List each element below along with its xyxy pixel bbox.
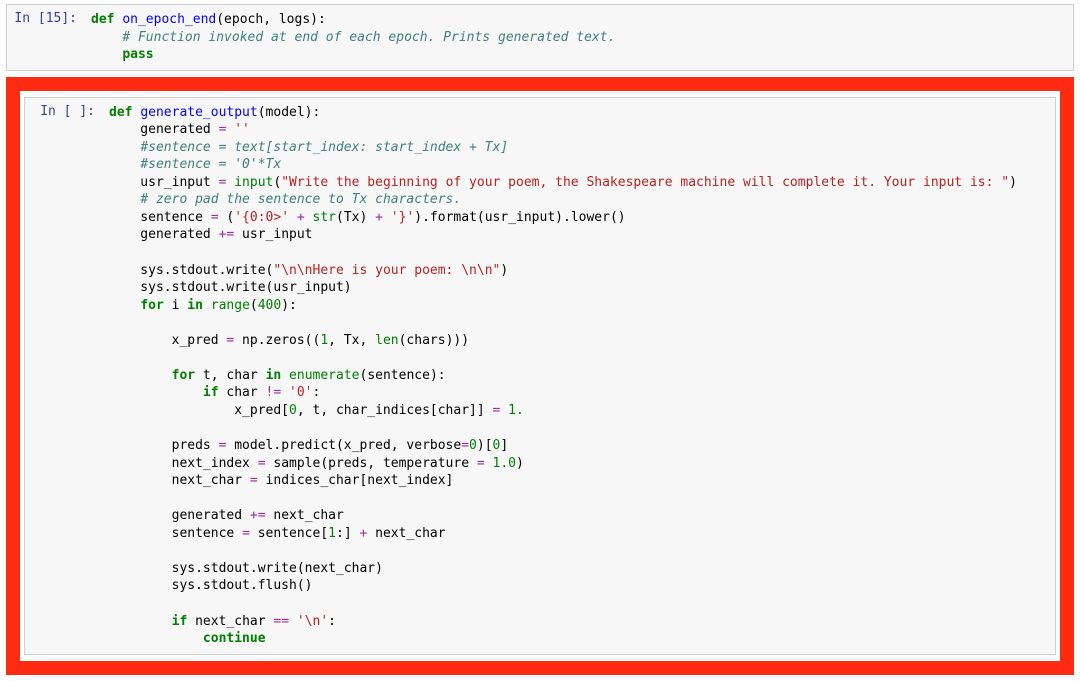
code-input-area[interactable]: def generate_output(model): generated = … (101, 98, 1055, 654)
input-prompt: In [15]: (7, 5, 83, 32)
code-source[interactable]: def generate_output(model): generated = … (109, 104, 1047, 648)
prompt-suffix: ]: (79, 104, 95, 119)
highlight-box: In [ ]: def generate_output(model): gene… (6, 77, 1074, 675)
prompt-suffix: ]: (61, 11, 77, 26)
prompt-number: 15 (46, 11, 62, 26)
prompt-prefix: In [ (14, 11, 45, 26)
code-cell[interactable]: In [ ]: def generate_output(model): gene… (24, 97, 1056, 655)
notebook: In [15]: def on_epoch_end(epoch, logs): … (0, 4, 1080, 675)
code-cell[interactable]: In [15]: def on_epoch_end(epoch, logs): … (6, 4, 1074, 71)
input-prompt: In [ ]: (25, 98, 101, 125)
code-input-area[interactable]: def on_epoch_end(epoch, logs): # Functio… (83, 5, 1073, 70)
prompt-prefix: In [ (40, 104, 71, 119)
code-source[interactable]: def on_epoch_end(epoch, logs): # Functio… (91, 11, 1065, 64)
